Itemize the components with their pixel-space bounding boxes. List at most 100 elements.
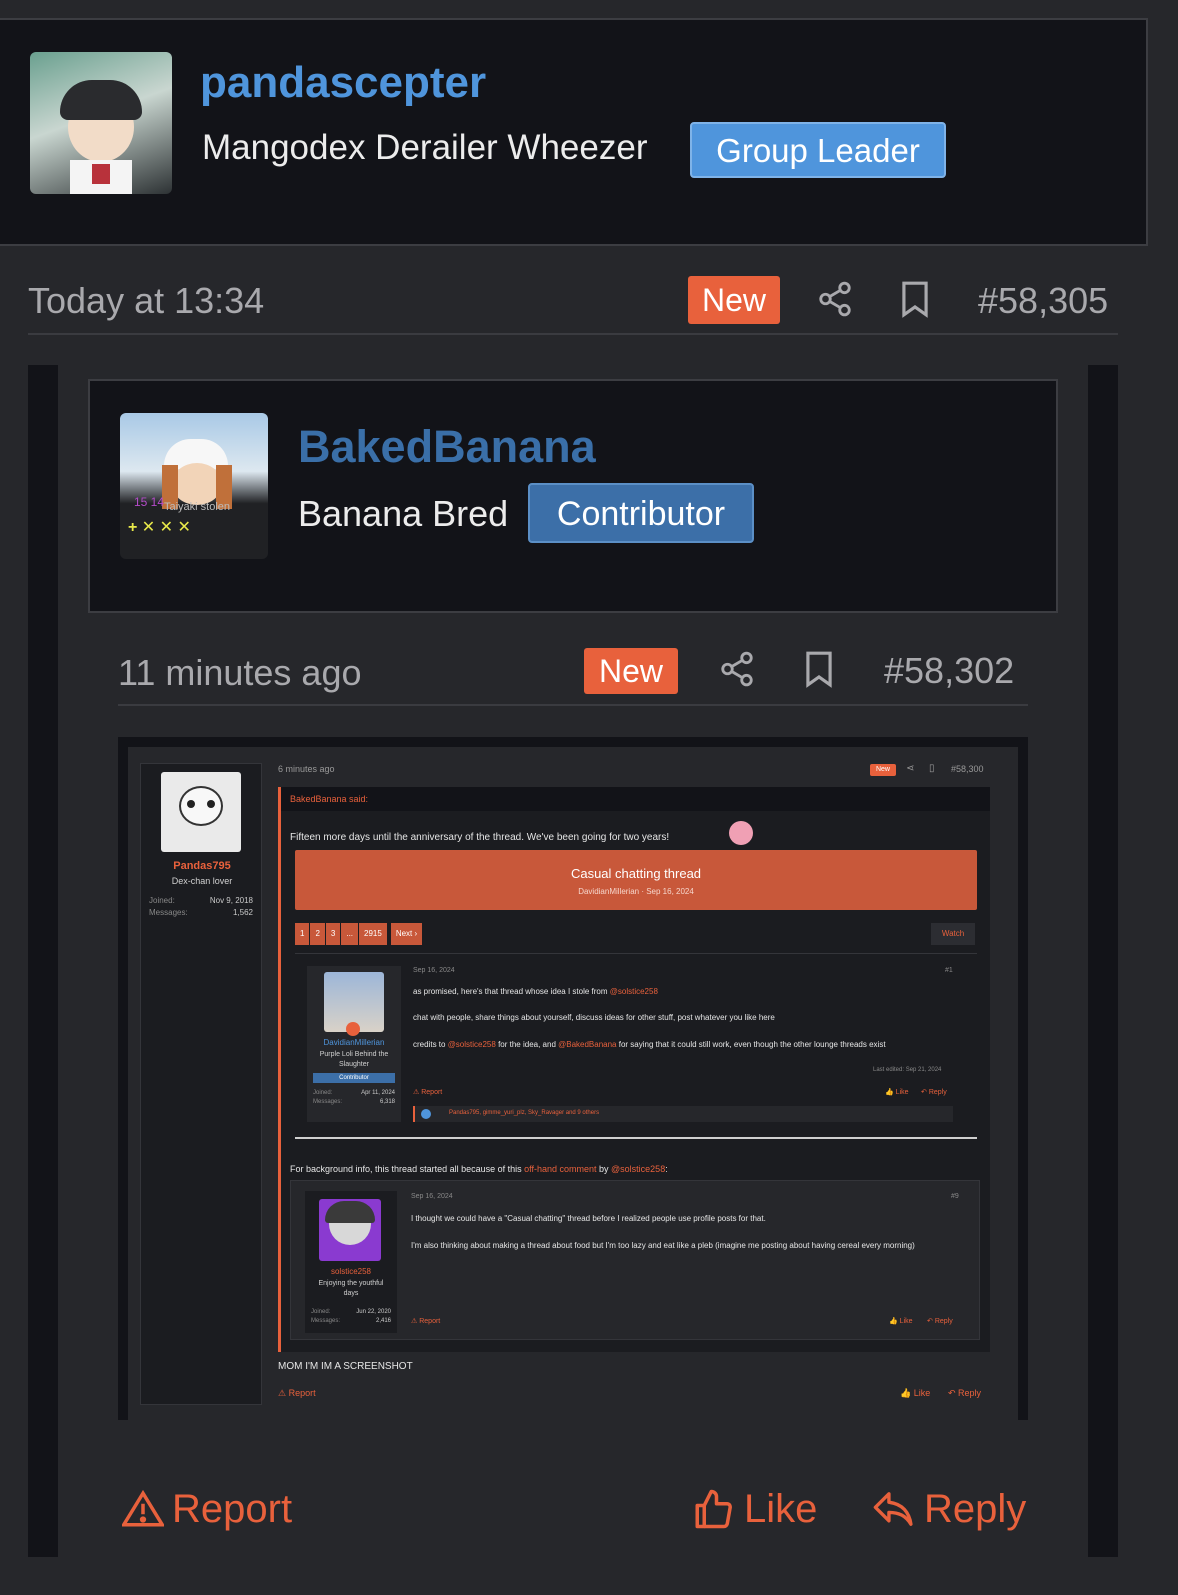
inner-user-card: Taiyaki stolen + ✕ ✕ ✕ 15 14 BakedBanana…: [88, 379, 1058, 613]
ss-post1-line3: credits to @solstice258 for the idea, an…: [413, 1039, 953, 1051]
inner-share-icon[interactable]: [718, 650, 756, 688]
ss-mention[interactable]: @solstice258: [611, 1164, 665, 1174]
ss-post2-username[interactable]: solstice258: [305, 1267, 397, 1276]
ss-post-2: solstice258 Enjoying the youthful days J…: [290, 1180, 980, 1340]
ss-page-ellipsis[interactable]: ...: [341, 923, 359, 945]
ss-post-1: DavidianMillerian Purple Loli Behind the…: [295, 953, 977, 1139]
ss-user-column: Pandas795 Dex-chan lover Joined: Nov 9, …: [140, 763, 262, 1405]
ss-like-label: Like: [913, 1388, 931, 1398]
ss-text: :: [665, 1164, 668, 1174]
ss-post1-report[interactable]: ⚠ Report: [413, 1088, 442, 1096]
ss-link[interactable]: off-hand comment: [524, 1164, 596, 1174]
ss-like[interactable]: 👍 Like: [900, 1388, 930, 1399]
group-leader-badge: Group Leader: [690, 122, 946, 178]
reply-button[interactable]: Reply: [872, 1484, 1026, 1534]
like-button[interactable]: Like: [692, 1484, 817, 1534]
inner-bookmark-icon[interactable]: [802, 650, 836, 688]
ss-new-badge: New: [870, 764, 896, 776]
inner-username[interactable]: BakedBanana: [298, 421, 596, 473]
ss-post1-reactions[interactable]: Pandas795, gimme_yuri_plz, Sky_Ravager a…: [413, 1106, 953, 1122]
inner-new-badge: New: [584, 648, 678, 694]
ss-mention[interactable]: @solstice258: [448, 1040, 496, 1049]
inner-post-time[interactable]: 11 minutes ago: [118, 652, 362, 694]
ss-page-next[interactable]: Next ›: [390, 923, 423, 945]
new-badge: New: [688, 276, 780, 324]
ss-text: For background info, this thread started…: [290, 1164, 525, 1174]
ss-quote-header[interactable]: BakedBanana said:: [290, 794, 368, 804]
ss-like-label: Like: [895, 1089, 909, 1096]
ss-body-text: MOM I'M IM A SCREENSHOT: [278, 1361, 413, 1372]
bookmark-icon[interactable]: [898, 280, 932, 318]
ss-pagination: 1 2 3 ... 2915 Next ›: [295, 923, 423, 945]
ss-post2-line2: I'm also thinking about making a thread …: [411, 1241, 915, 1250]
report-label: Report: [172, 1486, 293, 1531]
ss-page-last[interactable]: 2915: [359, 923, 387, 945]
ss-avatar[interactable]: [161, 772, 241, 852]
post-time[interactable]: Today at 13:34: [28, 280, 264, 322]
ss-page-3[interactable]: 3: [325, 923, 341, 945]
ss-post2-number[interactable]: #9: [951, 1193, 959, 1200]
ss-post-number[interactable]: #58,300: [951, 764, 984, 774]
ss-post2-like[interactable]: 👍 Like: [889, 1317, 913, 1325]
ss-text: credits to: [413, 1040, 448, 1049]
share-icon[interactable]: [816, 280, 854, 318]
ss-post2-report[interactable]: ⚠ Report: [411, 1317, 440, 1325]
avatar[interactable]: [30, 52, 172, 194]
ss-reply-label: Reply: [934, 1318, 953, 1325]
ss-post2-line1: I thought we could have a "Casual chatti…: [411, 1214, 766, 1223]
ss-post-time[interactable]: 6 minutes ago: [278, 764, 335, 774]
like-label: Like: [744, 1486, 818, 1531]
ss-post1-line1-text: as promised, here's that thread whose id…: [413, 987, 610, 996]
ss-post1-like[interactable]: 👍 Like: [885, 1088, 909, 1096]
warning-icon: [122, 1489, 164, 1529]
ss-intro-text: Fifteen more days until the anniversary …: [290, 832, 670, 843]
inner-avatar[interactable]: Taiyaki stolen + ✕ ✕ ✕ 15 14: [120, 413, 268, 559]
ss-post1-number[interactable]: #1: [945, 967, 953, 974]
ss-emoji: [729, 821, 753, 845]
ss-post1-date[interactable]: Sep 16, 2024: [413, 967, 455, 974]
ss-report-label: Report: [419, 1318, 441, 1325]
ss-page-1[interactable]: 1: [295, 923, 310, 945]
ss-post1-avatar[interactable]: [324, 972, 384, 1036]
ss-mention[interactable]: @BakedBanana: [558, 1040, 616, 1049]
top-user-card: pandascepter Mangodex Derailer Wheezer G…: [0, 18, 1148, 246]
ss-report[interactable]: ⚠ Report: [278, 1388, 316, 1399]
ss-post2-messages-label: Messages:: [311, 1318, 341, 1324]
ss-username[interactable]: Pandas795: [141, 860, 263, 872]
ss-joined: Nov 9, 2018: [209, 896, 253, 905]
inner-post-number[interactable]: #58,302: [884, 650, 1014, 692]
ss-text: by: [596, 1164, 612, 1174]
ss-post1-badge: Contributor: [313, 1073, 395, 1083]
screenshot-image: Pandas795 Dex-chan lover Joined: Nov 9, …: [118, 737, 1028, 1420]
ss-watch-button[interactable]: Watch: [931, 923, 975, 945]
ss-reply[interactable]: ↶ Reply: [948, 1388, 981, 1399]
ss-thread-title: Casual chatting thread: [570, 866, 702, 881]
ss-post1-joined: Apr 11, 2024: [361, 1090, 395, 1096]
ss-user-title: Dex-chan lover: [171, 876, 233, 886]
ss-mention[interactable]: @solstice258: [610, 987, 658, 996]
ss-bookmark-icon[interactable]: ▯: [929, 763, 935, 774]
report-button[interactable]: Report: [122, 1484, 292, 1534]
ss-post2-joined: Jun 22, 2020: [356, 1309, 391, 1315]
post-number[interactable]: #58,305: [978, 280, 1108, 322]
ss-post2-reply[interactable]: ↶ Reply: [927, 1317, 953, 1325]
ss-like-label: Like: [899, 1318, 913, 1325]
ss-share-icon[interactable]: ⋖: [906, 763, 914, 774]
ss-reply-label: Reply: [928, 1089, 947, 1096]
ss-post2-date[interactable]: Sep 16, 2024: [411, 1193, 453, 1200]
ss-messages-label: Messages:: [149, 908, 188, 917]
ss-post1-reply[interactable]: ↶ Reply: [921, 1088, 947, 1096]
ss-post2-avatar[interactable]: [319, 1199, 381, 1261]
inner-user-title: Banana Bred: [298, 493, 509, 534]
ss-post1-username[interactable]: DavidianMillerian: [307, 1038, 401, 1047]
ss-post1-messages: 6,318: [379, 1099, 395, 1105]
ss-background-line: For background info, this thread started…: [290, 1164, 668, 1174]
ss-page-2[interactable]: 2: [310, 923, 325, 945]
username[interactable]: pandascepter: [200, 58, 486, 108]
ss-report-label: Report: [288, 1388, 316, 1398]
ss-thread-card[interactable]: Casual chatting thread DavidianMillerian…: [295, 850, 977, 910]
ss-post1-line1: as promised, here's that thread whose id…: [413, 987, 658, 996]
contributor-badge: Contributor: [528, 483, 754, 543]
thumbs-up-icon: [692, 1488, 734, 1530]
ss-quote-block: BakedBanana said: Fifteen more days unti…: [278, 787, 990, 1352]
